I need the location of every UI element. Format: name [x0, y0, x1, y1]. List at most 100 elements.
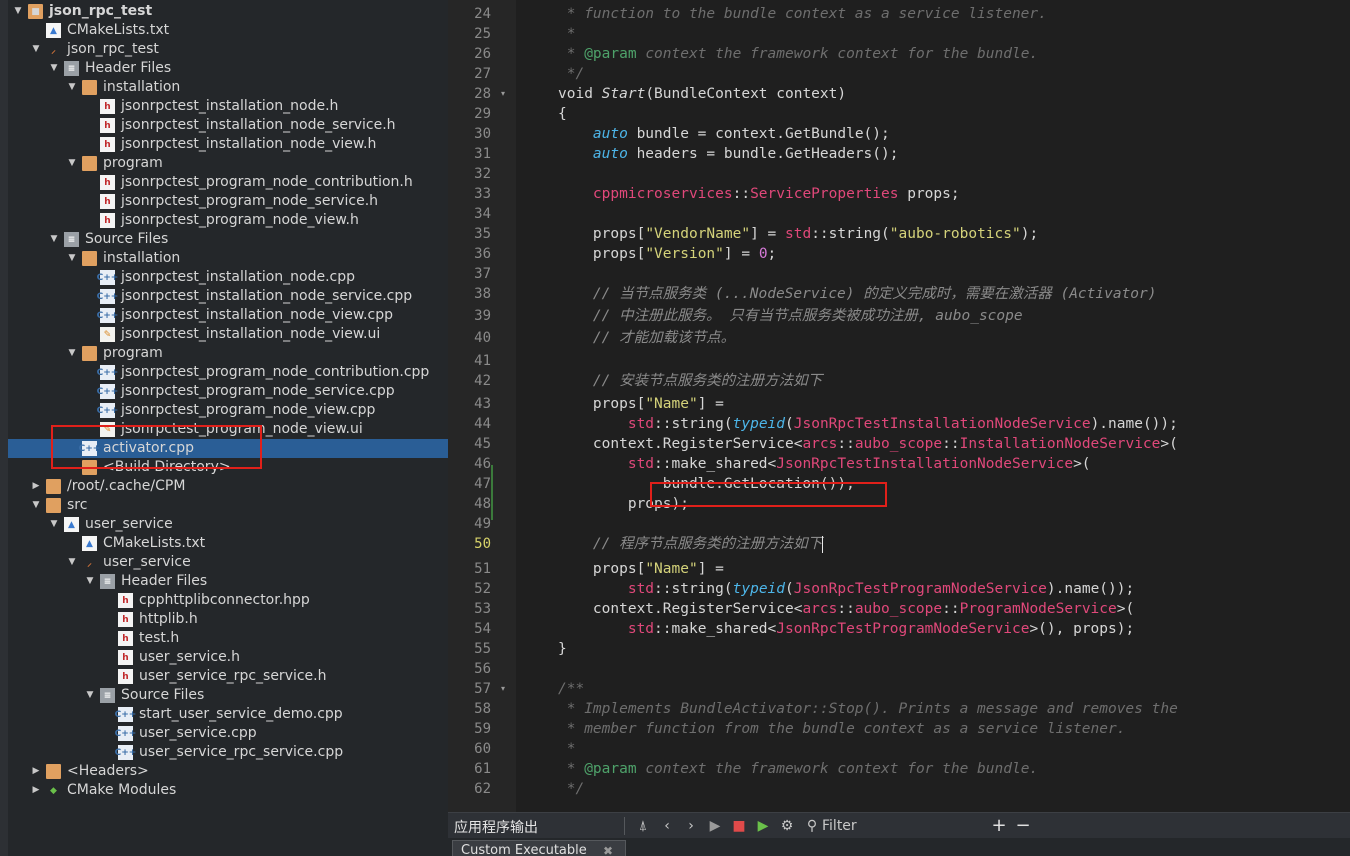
expand-arrow-down-icon[interactable]: ▼	[84, 572, 96, 591]
filter-input[interactable]: ⚲ Filter	[800, 815, 980, 837]
tree-item-label: jsonrpctest_installation_node_service.h	[121, 117, 396, 133]
expand-arrow-right-icon[interactable]: ▶	[30, 477, 42, 496]
expand-arrow-down-icon[interactable]: ▼	[66, 154, 78, 173]
code-token: cppmicroservices	[592, 186, 733, 202]
code-line: * member function from the bundle contex…	[558, 719, 1126, 739]
tree-item[interactable]: h jsonrpctest_installation_node_view.h	[8, 135, 448, 154]
code-token: ProgramNodeService	[959, 601, 1117, 617]
tree-item[interactable]: ▼ installation	[8, 249, 448, 268]
code-token: */	[558, 781, 585, 797]
tree-item[interactable]: ▼ ≡ Source Files	[8, 686, 448, 705]
tree-item[interactable]: C++ jsonrpctest_program_node_contribution…	[8, 363, 448, 382]
settings-gear-icon[interactable]: ⚙	[778, 816, 796, 836]
tree-item[interactable]: ▲ CMakeLists.txt	[8, 21, 448, 40]
expand-arrow-down-icon[interactable]: ▼	[84, 686, 96, 705]
tree-item[interactable]: C++ jsonrpctest_program_node_view.cpp	[8, 401, 448, 420]
previous-item-icon[interactable]: ‹	[658, 816, 676, 836]
expand-arrow-down-icon[interactable]: ▼	[66, 553, 78, 572]
tree-item[interactable]: ▼ ≡ Header Files	[8, 572, 448, 591]
tree-item[interactable]: h test.h	[8, 629, 448, 648]
add-tab-button[interactable]: +	[990, 816, 1008, 836]
tree-item[interactable]: C++ jsonrpctest_program_node_service.cpp	[8, 382, 448, 401]
code-token: ] =	[697, 396, 724, 412]
line-number: 34	[474, 206, 491, 222]
expand-arrow-right-icon[interactable]: ▶	[30, 762, 42, 781]
remove-tab-button[interactable]: −	[1014, 816, 1032, 836]
code-token: void	[558, 86, 602, 102]
fold-markers-column	[496, 0, 516, 812]
tree-item[interactable]: h jsonrpctest_installation_node.h	[8, 97, 448, 116]
tree-item[interactable]: h user_service.h	[8, 648, 448, 667]
fold-toggle-icon[interactable]: ▾	[501, 84, 505, 104]
tree-item[interactable]: ▼ program	[8, 344, 448, 363]
tree-item[interactable]: ▼ program	[8, 154, 448, 173]
next-item-icon[interactable]: ›	[682, 816, 700, 836]
code-token: >(), props);	[1029, 621, 1135, 637]
line-number: 44	[474, 416, 491, 432]
attach-icon[interactable]: ⍋	[634, 816, 652, 836]
close-tab-icon[interactable]: ✖	[603, 841, 613, 856]
tree-item[interactable]: ▶ <Headers>	[8, 762, 448, 781]
tree-item[interactable]: C++ jsonrpctest_installation_node_view.cp…	[8, 306, 448, 325]
expand-arrow-down-icon[interactable]: ▼	[48, 515, 60, 534]
code-token: typeid	[732, 581, 786, 597]
subproject-icon: ⸝	[87, 559, 92, 569]
code-token: * member function from the bundle contex…	[558, 721, 1126, 737]
tree-item[interactable]: C++ user_service_rpc_service.cpp	[8, 743, 448, 762]
tree-item[interactable]: ✎ jsonrpctest_installation_node_view.ui	[8, 325, 448, 344]
tree-item[interactable]: ▼ ⸝ user_service	[8, 553, 448, 572]
tree-item[interactable]: C++ jsonrpctest_installation_node.cpp	[8, 268, 448, 287]
annotation-box-activator	[51, 425, 262, 469]
expand-arrow-right-icon[interactable]: ▶	[30, 781, 42, 800]
tab-custom-executable[interactable]: Custom Executable ✖	[452, 840, 626, 856]
tree-item[interactable]: h jsonrpctest_program_node_view.h	[8, 211, 448, 230]
code-line: std::string(typeid(JsonRpcTestProgramNod…	[558, 579, 1134, 599]
code-token: arcs	[802, 601, 838, 617]
file-group-icon: ≡	[64, 61, 79, 76]
expand-arrow-down-icon[interactable]: ▼	[12, 2, 24, 21]
cpp-file-icon: C++	[97, 365, 118, 380]
debug-run-icon[interactable]: ▶	[754, 816, 772, 836]
folder-icon	[46, 498, 61, 513]
code-token: JsonRpcTestProgramNodeService	[793, 581, 1047, 597]
tree-item[interactable]: ▲ CMakeLists.txt	[8, 534, 448, 553]
code-line: // 中注册此服务。 只有当节点服务类被成功注册, aubo_scope	[558, 306, 1023, 326]
tree-item[interactable]: ▶ /root/.cache/CPM	[8, 477, 448, 496]
line-number: 35	[474, 226, 491, 242]
tree-item[interactable]: C++ start_user_service_demo.cpp	[8, 705, 448, 724]
code-token: *	[558, 26, 576, 42]
expand-arrow-down-icon[interactable]: ▼	[48, 59, 60, 78]
tree-item[interactable]: C++ jsonrpctest_installation_node_service…	[8, 287, 448, 306]
code-line: * @param context the framework context f…	[558, 759, 1038, 779]
expand-arrow-down-icon[interactable]: ▼	[66, 249, 78, 268]
tree-item-label: jsonrpctest_program_node_view.h	[121, 212, 359, 228]
tree-item[interactable]: ▼ ⸝ json_rpc_test	[8, 40, 448, 59]
tree-item[interactable]: ▼ ≡ Source Files	[8, 230, 448, 249]
expand-arrow-down-icon[interactable]: ▼	[30, 40, 42, 59]
code-token: context.RegisterService<	[558, 601, 803, 617]
expand-arrow-down-icon[interactable]: ▼	[30, 496, 42, 515]
tree-item[interactable]: h user_service_rpc_service.h	[8, 667, 448, 686]
tree-item[interactable]: h jsonrpctest_program_node_service.h	[8, 192, 448, 211]
tree-item[interactable]: ▼ ≡ Header Files	[8, 59, 448, 78]
expand-arrow-down-icon[interactable]: ▼	[66, 78, 78, 97]
tree-item[interactable]: h cpphttplibconnector.hpp	[8, 591, 448, 610]
tree-item[interactable]: h jsonrpctest_installation_node_service.h	[8, 116, 448, 135]
stop-icon[interactable]: ■	[730, 816, 748, 836]
tree-item[interactable]: ▼ ▲ user_service	[8, 515, 448, 534]
cmake-project-icon: ▲	[64, 517, 79, 532]
code-editor[interactable]: 24 * function to the bundle context as a…	[448, 0, 1350, 812]
tree-item[interactable]: ▼ installation	[8, 78, 448, 97]
fold-toggle-icon[interactable]: ▾	[501, 679, 505, 699]
tree-item[interactable]: ▶ ◆ CMake Modules	[8, 781, 448, 800]
tree-item[interactable]: h httplib.h	[8, 610, 448, 629]
tree-item[interactable]: h jsonrpctest_program_node_contribution.h	[8, 173, 448, 192]
tree-item[interactable]: ▼ ■ json_rpc_test	[8, 2, 448, 21]
expand-arrow-down-icon[interactable]: ▼	[66, 344, 78, 363]
tree-item[interactable]: ▼ src	[8, 496, 448, 515]
expand-arrow-down-icon[interactable]: ▼	[48, 230, 60, 249]
tree-item[interactable]: C++ user_service.cpp	[8, 724, 448, 743]
run-icon[interactable]: ▶	[706, 816, 724, 836]
code-token: ::string(	[811, 226, 890, 242]
header-file-icon: h	[118, 612, 133, 627]
